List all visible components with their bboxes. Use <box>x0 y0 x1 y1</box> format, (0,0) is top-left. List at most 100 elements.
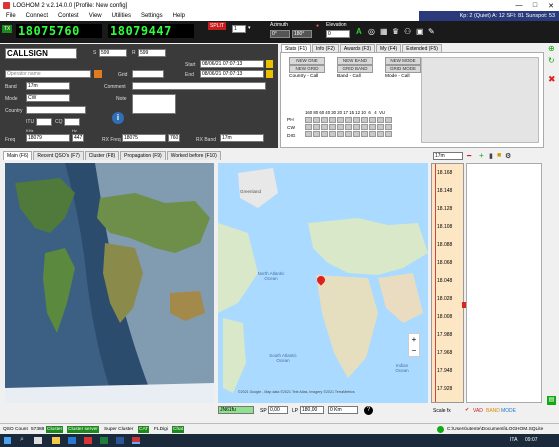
people-icon[interactable]: ⚇ <box>404 27 411 36</box>
rx-freq-khz-input[interactable]: 18075 <box>122 134 166 142</box>
word-icon[interactable] <box>116 437 124 444</box>
freq-hz-input[interactable]: 447 <box>72 134 84 142</box>
log-icon[interactable]: ▤ <box>547 396 556 405</box>
country-select[interactable] <box>26 106 86 114</box>
add-icon[interactable]: + <box>479 151 484 160</box>
itu-label: ITU <box>26 119 35 125</box>
azimuth-value-2[interactable]: 180° <box>292 30 312 38</box>
menu-connect[interactable]: Connect <box>26 13 48 19</box>
locator-field[interactable]: JN61fu <box>218 406 254 414</box>
grid-mode-button[interactable]: GRID MODE <box>385 65 421 73</box>
step-dropdown-icon[interactable]: ▾ <box>248 25 251 31</box>
bandmap-band-select[interactable]: 17m <box>433 152 463 160</box>
lookup-icon[interactable] <box>94 70 102 78</box>
band-select[interactable]: 17m <box>26 82 70 90</box>
new-one-button[interactable]: NEW ONE <box>289 57 325 65</box>
rst-rcvd-label: R <box>132 50 136 56</box>
start-time-input[interactable]: 08/06/21 07:07:13 <box>200 60 264 68</box>
rst-sent-select[interactable]: 599 <box>99 49 127 57</box>
menu-utilities[interactable]: Utilities <box>112 13 131 19</box>
vfo-a-display[interactable]: 18075760 <box>16 24 102 38</box>
a-icon[interactable]: A <box>356 27 362 36</box>
super-cluster-status[interactable]: Super Cluster <box>103 426 134 433</box>
comment-input[interactable] <box>132 82 266 90</box>
rotor-stop-icon[interactable]: ● <box>316 23 319 29</box>
excel-icon[interactable] <box>100 437 108 444</box>
end-time-input[interactable]: 08/06/21 07:07:13 <box>200 70 264 78</box>
window-title: LOGHOM 2 v.2.14.0.0 [Profile: New config… <box>13 2 128 9</box>
settings-icon[interactable]: ⚙ <box>505 152 511 160</box>
new-mode-button[interactable]: NEW MODE <box>385 57 421 65</box>
grid-band-button[interactable]: GRID BAND <box>337 65 373 73</box>
end-lock-icon[interactable] <box>266 70 273 78</box>
mode-tag[interactable]: MODE <box>501 408 516 414</box>
explorer-icon[interactable] <box>52 437 60 444</box>
chrome-icon[interactable] <box>84 437 92 444</box>
refresh-icon[interactable]: ↻ <box>548 56 555 65</box>
edge-icon[interactable] <box>68 437 76 444</box>
itu-select[interactable] <box>36 118 52 126</box>
elevation-input[interactable]: 0 <box>326 30 350 38</box>
tab-recent-qsos[interactable]: Recent QSO's (F7) <box>33 151 84 160</box>
azimuth-value-1[interactable]: 0° <box>270 30 290 38</box>
menu-help[interactable]: Help <box>173 13 185 19</box>
split-badge[interactable]: SPLIT <box>208 22 226 30</box>
lock-icon[interactable]: ■ <box>497 152 501 159</box>
rst-rcvd-select[interactable]: 599 <box>138 49 166 57</box>
rx-band-select[interactable]: 17m <box>220 134 264 142</box>
menu-settings[interactable]: Settings <box>141 13 163 19</box>
tab-worked-before[interactable]: Worked before (F10) <box>166 151 221 160</box>
loghom-taskbar-icon[interactable] <box>132 437 140 444</box>
maximize-button[interactable]: □ <box>527 0 543 11</box>
add-qso-icon[interactable]: ⊕ <box>548 44 555 53</box>
help-icon[interactable]: ? <box>364 406 373 415</box>
clear-icon[interactable]: ✖ <box>548 74 556 85</box>
freq-khz-input[interactable]: 18079 <box>26 134 70 142</box>
new-grid-button[interactable]: NEW GRID <box>289 65 325 73</box>
language-indicator[interactable]: ITA <box>510 437 517 443</box>
minimize-button[interactable]: — <box>511 0 527 11</box>
cluster-status[interactable]: Cluster <box>46 426 64 433</box>
vad-tag[interactable]: VAD <box>473 408 483 414</box>
zoom-control[interactable]: + − <box>408 333 420 357</box>
tab-cluster[interactable]: Cluster (F8) <box>84 151 120 160</box>
note-input[interactable] <box>132 94 176 114</box>
step-input[interactable]: 1 <box>232 25 246 33</box>
pen-icon[interactable]: ✎ <box>428 27 435 36</box>
spot-list[interactable] <box>466 163 542 403</box>
search-icon[interactable]: ⌕ <box>20 436 24 444</box>
tab-propagation[interactable]: Propagation (F9) <box>120 151 166 160</box>
callsign-input[interactable]: CALLSIGN <box>5 48 77 59</box>
google-map[interactable]: Greenland North Atlantic Ocean South Atl… <box>218 163 428 403</box>
fldigi-status[interactable]: FLDigi <box>153 426 169 433</box>
vfo-b-display[interactable]: 18079447 <box>108 24 194 38</box>
mode-select[interactable]: CW <box>26 94 70 102</box>
menu-file[interactable]: File <box>6 13 16 19</box>
remove-icon[interactable]: ━ <box>467 152 471 160</box>
operator-name-input[interactable]: Operator name <box>5 70 91 78</box>
new-band-button[interactable]: NEW BAND <box>337 57 373 65</box>
grid-input[interactable] <box>132 70 164 78</box>
rx-freq-hz-input[interactable]: 760 <box>168 134 180 142</box>
chat-status[interactable]: Chat <box>172 426 185 433</box>
globe-icon[interactable]: ◎ <box>368 27 375 36</box>
cq-select[interactable] <box>64 118 80 126</box>
crown-icon[interactable]: ♛ <box>392 27 399 36</box>
close-button[interactable]: ✕ <box>543 0 559 11</box>
clock[interactable]: 09:07 <box>525 437 538 443</box>
grid-icon[interactable]: ▦ <box>380 27 388 36</box>
band-tag[interactable]: BAND <box>486 408 500 414</box>
tab-main[interactable]: Main (F6) <box>3 151 33 160</box>
check-icon[interactable]: ✔ <box>465 407 469 413</box>
info-icon[interactable]: i <box>112 112 124 124</box>
windows-start-icon[interactable] <box>4 437 11 444</box>
cat-status[interactable]: CAT <box>138 426 150 433</box>
menu-view[interactable]: View <box>89 13 102 19</box>
cluster-server-status[interactable]: Cluster server <box>67 426 99 433</box>
bandmap-scale[interactable]: 18.168 18.148 18.128 18.108 18.088 18.06… <box>431 163 466 403</box>
start-lock-icon[interactable] <box>266 60 273 68</box>
task-view-icon[interactable] <box>34 437 42 444</box>
mailbox-icon[interactable]: ▣ <box>416 27 424 36</box>
menu-contest[interactable]: Contest <box>58 13 79 19</box>
spot-icon[interactable]: ▮ <box>489 152 493 160</box>
